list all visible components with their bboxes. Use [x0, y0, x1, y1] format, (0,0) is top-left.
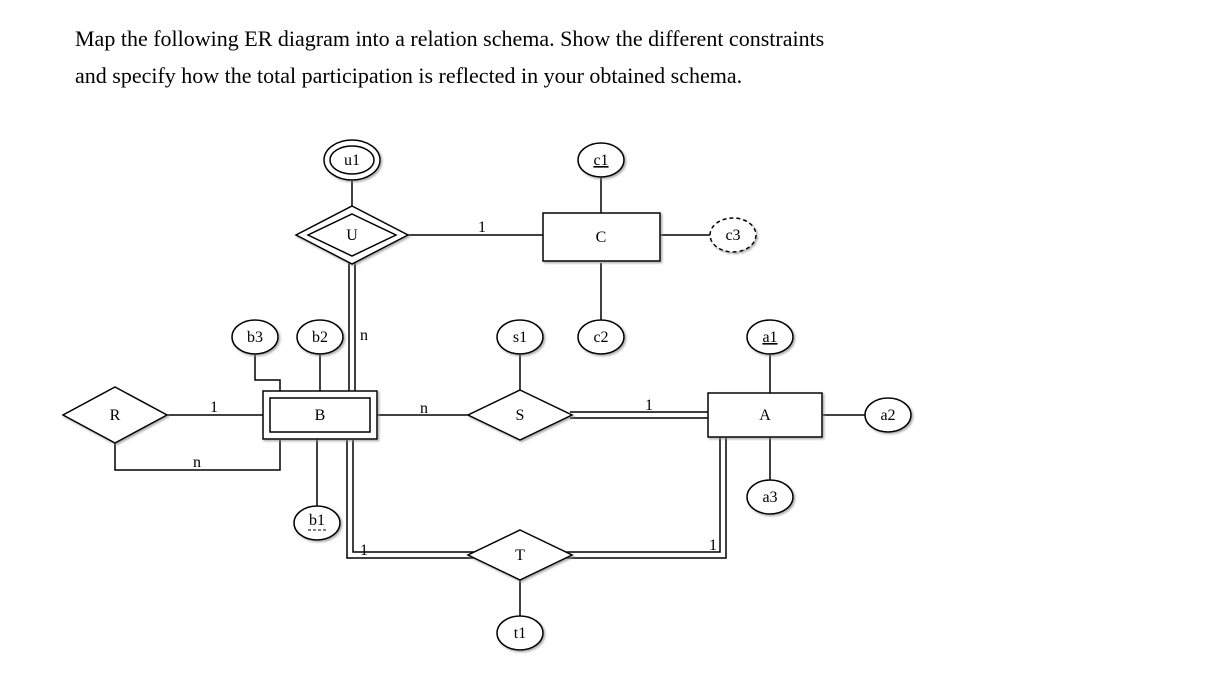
- card-R-self: n: [193, 454, 201, 471]
- svg-text:b3: b3: [247, 329, 263, 346]
- card-R-B: 1: [210, 399, 218, 416]
- svg-text:s1: s1: [513, 329, 527, 346]
- svg-text:A: A: [759, 407, 771, 424]
- attr-c2: c2: [578, 320, 624, 354]
- rel-U: U: [296, 206, 408, 264]
- attr-c3: c3: [710, 218, 756, 252]
- card-S-A: 1: [645, 397, 653, 414]
- er-diagram: 1 n 1 n n 1: [0, 0, 1219, 678]
- card-B-S: n: [420, 400, 428, 417]
- svg-text:S: S: [516, 407, 525, 424]
- svg-text:B: B: [315, 407, 326, 424]
- card-U-B: n: [360, 327, 368, 344]
- attr-c1: c1: [578, 143, 624, 177]
- svg-text:c2: c2: [593, 329, 608, 346]
- svg-text:t1: t1: [514, 625, 526, 642]
- svg-text:T: T: [515, 547, 525, 564]
- attr-a1: a1: [747, 320, 793, 354]
- attr-t1: t1: [497, 616, 543, 650]
- attr-a3: a3: [747, 480, 793, 514]
- svg-text:a1: a1: [762, 329, 777, 346]
- svg-text:C: C: [596, 229, 607, 246]
- svg-text:c1: c1: [593, 152, 608, 169]
- rel-S: S: [468, 390, 572, 440]
- entity-A: A: [708, 393, 822, 437]
- svg-text:b2: b2: [312, 329, 328, 346]
- entity-C: C: [543, 213, 660, 261]
- attr-b2: b2: [297, 320, 343, 354]
- svg-text:b1: b1: [309, 512, 325, 529]
- attr-u1: u1: [324, 140, 380, 180]
- svg-text:U: U: [346, 227, 358, 244]
- card-B-T: 1: [360, 542, 368, 559]
- attr-b3: b3: [232, 320, 278, 354]
- svg-text:R: R: [110, 407, 121, 424]
- card-T-A: 1: [709, 537, 717, 554]
- entity-B: B: [263, 391, 377, 439]
- svg-text:a3: a3: [762, 489, 777, 506]
- svg-text:a2: a2: [880, 407, 895, 424]
- card-U-C: 1: [478, 219, 486, 236]
- svg-text:u1: u1: [344, 152, 360, 169]
- attr-s1: s1: [497, 320, 543, 354]
- attr-a2: a2: [865, 398, 911, 432]
- rel-T: T: [468, 530, 572, 580]
- rel-R: R: [63, 387, 167, 443]
- attr-b1: b1: [294, 506, 340, 540]
- svg-text:c3: c3: [725, 227, 740, 244]
